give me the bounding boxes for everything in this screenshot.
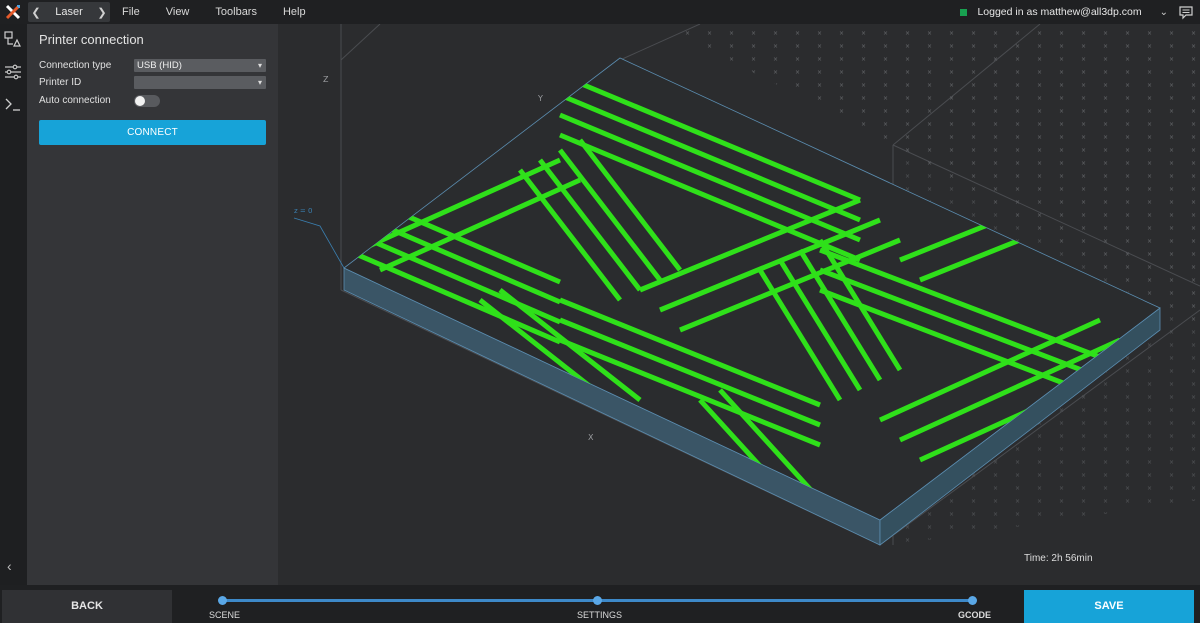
chat-icon[interactable] bbox=[1178, 4, 1194, 20]
save-button[interactable]: SAVE bbox=[1024, 590, 1194, 623]
bottom-bar: BACK SCENE SETTINGS GCODE SAVE bbox=[0, 585, 1200, 623]
mode-next-icon[interactable]: ❯ bbox=[94, 6, 110, 19]
collapse-panel-icon[interactable]: ‹ bbox=[7, 558, 12, 574]
step-dot-gcode[interactable] bbox=[968, 596, 977, 605]
auto-connection-toggle[interactable] bbox=[134, 95, 160, 107]
z-plane-marker bbox=[293, 217, 345, 269]
chevron-down-icon: ▾ bbox=[257, 78, 262, 87]
printer-connection-panel: Printer connection Connection type USB (… bbox=[27, 24, 278, 585]
connect-button[interactable]: CONNECT bbox=[39, 120, 266, 145]
app-logo bbox=[0, 0, 26, 24]
toggle-knob bbox=[135, 96, 145, 106]
tool-rail: ‹ bbox=[0, 24, 27, 585]
back-button[interactable]: BACK bbox=[2, 590, 172, 623]
menu-file[interactable]: File bbox=[122, 6, 140, 18]
print-time: Time: 2h 56min bbox=[1024, 553, 1093, 564]
chevron-down-icon[interactable]: ⌄ bbox=[1160, 7, 1168, 18]
settings-sliders-icon[interactable] bbox=[3, 62, 23, 82]
connection-type-label: Connection type bbox=[39, 60, 112, 71]
connection-status-indicator bbox=[960, 8, 968, 16]
terminal-icon[interactable] bbox=[3, 94, 23, 114]
axis-z-label: Z bbox=[323, 75, 329, 84]
mode-switcher: ❮ Laser ❯ bbox=[28, 2, 110, 22]
printer-id-label: Printer ID bbox=[39, 77, 82, 88]
mode-prev-icon[interactable]: ❮ bbox=[28, 6, 44, 19]
step-label-gcode[interactable]: GCODE bbox=[958, 610, 991, 620]
menu-toolbars[interactable]: Toolbars bbox=[215, 6, 257, 18]
menu-help[interactable]: Help bbox=[283, 6, 306, 18]
auto-connection-label: Auto connection bbox=[39, 95, 111, 106]
axis-y-label: Y bbox=[537, 94, 543, 103]
step-dot-settings[interactable] bbox=[593, 596, 602, 605]
shapes-icon[interactable] bbox=[3, 30, 23, 50]
menu-view[interactable]: View bbox=[166, 6, 190, 18]
3d-viewport[interactable]: × bbox=[278, 23, 1200, 585]
connection-type-value: USB (HID) bbox=[137, 60, 182, 71]
scene-canvas: × bbox=[293, 23, 1200, 546]
z-plane-label: z = 0 bbox=[294, 207, 312, 215]
printer-id-select[interactable]: ▾ bbox=[134, 76, 266, 89]
user-label: Logged in as matthew@all3dp.com bbox=[977, 6, 1142, 18]
mode-label[interactable]: Laser bbox=[44, 6, 94, 18]
axis-x-label: X bbox=[588, 433, 594, 442]
logo-icon bbox=[5, 4, 21, 20]
connection-type-select[interactable]: USB (HID) ▾ bbox=[134, 59, 266, 72]
main-menu: File View Toolbars Help bbox=[122, 6, 332, 18]
step-label-settings[interactable]: SETTINGS bbox=[577, 610, 622, 620]
panel-title: Printer connection bbox=[39, 32, 144, 47]
chevron-down-icon: ▾ bbox=[257, 61, 262, 70]
user-status[interactable]: Logged in as matthew@all3dp.com ⌄ bbox=[960, 0, 1168, 24]
top-bar: ❮ Laser ❯ File View Toolbars Help Logged… bbox=[0, 0, 1200, 24]
step-dot-scene[interactable] bbox=[218, 596, 227, 605]
step-label-scene[interactable]: SCENE bbox=[209, 610, 240, 620]
